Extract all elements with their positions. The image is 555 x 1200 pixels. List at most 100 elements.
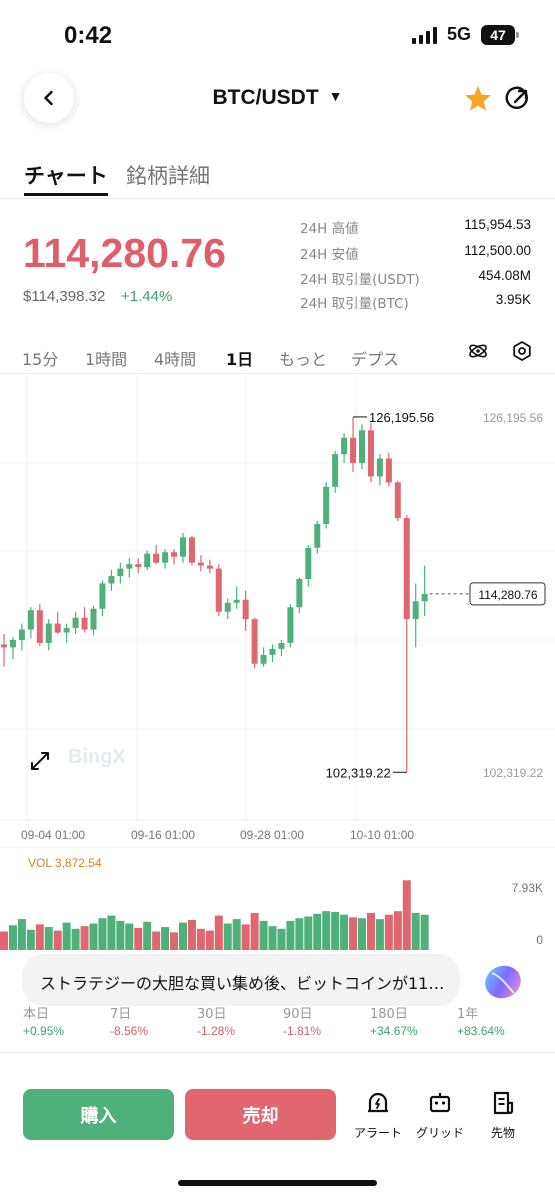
sell-button[interactable]: 売却 [185, 1089, 336, 1140]
perf-label-1y: 1年 [457, 1007, 479, 1022]
status-indicators: 5G 47 [411, 24, 519, 45]
volume-bar [196, 928, 205, 950]
timeframe-15m[interactable]: 15分 [22, 346, 58, 370]
volume-bar [187, 919, 196, 950]
volume-max-label: 7.93K [512, 881, 543, 895]
volume-bar [98, 918, 107, 950]
candle-body [367, 430, 374, 477]
volume-bar [223, 923, 232, 950]
home-indicator [178, 1180, 377, 1186]
star-icon[interactable] [463, 84, 493, 114]
volume-bar [107, 915, 116, 950]
perf-value-1y: +83.64% [457, 1024, 505, 1038]
perf-label-180d: 180日 [370, 1007, 408, 1022]
candle-body [36, 610, 43, 643]
expand-icon[interactable] [29, 750, 51, 772]
indicator-icon[interactable] [467, 340, 489, 362]
volume-bar [0, 931, 8, 950]
volume-bar [358, 918, 366, 950]
volume-bar [340, 914, 349, 950]
alert-label: アラート [353, 1126, 402, 1140]
volume-bar [268, 926, 277, 950]
stat-label-vol-usdt: 24H 取引量(USDT) [300, 272, 420, 288]
volume-bar [71, 928, 80, 950]
buy-button[interactable]: 購入 [23, 1089, 174, 1140]
candle-body [242, 599, 249, 620]
pair-name: BTC/USDT [212, 86, 319, 109]
candle-body [323, 486, 330, 524]
grid-bot-button[interactable]: グリッド [410, 1090, 470, 1141]
stat-value-vol-usdt: 454.08M [478, 268, 531, 283]
volume-bar [304, 916, 313, 950]
share-icon[interactable] [504, 85, 532, 113]
candle-body [197, 562, 204, 566]
alert-button[interactable]: アラート [348, 1090, 408, 1141]
timeframe-4h[interactable]: 4時間 [154, 346, 196, 370]
candle-body [403, 518, 410, 620]
battery-level: 47 [490, 26, 506, 43]
futures-button[interactable]: 先物 [473, 1090, 533, 1141]
volume-bar [89, 923, 98, 950]
settings-icon[interactable] [511, 340, 533, 362]
candle-body [18, 629, 25, 640]
perf-value-30d: -1.28% [197, 1024, 236, 1038]
battery-icon: 47 [481, 24, 519, 45]
y-axis-label-low: 102,319.22 [483, 766, 543, 780]
timeframe-1d[interactable]: 1日 [226, 346, 253, 370]
candle-body [412, 601, 419, 620]
x-axis-label: 09-28 01:00 [240, 828, 304, 842]
candle-body [385, 458, 392, 483]
tab-details[interactable]: 銘柄詳細 [126, 160, 210, 190]
volume-bar [366, 912, 375, 950]
candle-body [206, 565, 213, 569]
grid-bot-icon [429, 1093, 451, 1113]
candle-body [63, 628, 70, 633]
y-axis-label-high: 126,195.56 [483, 411, 543, 425]
price-change: +1.44% [121, 288, 173, 305]
candle-body [108, 576, 115, 584]
volume-bar [179, 922, 187, 950]
volume-bar [250, 912, 259, 950]
candle-body [394, 482, 401, 519]
volume-bar [116, 920, 125, 950]
futures-icon [493, 1091, 514, 1115]
volume-bar [44, 927, 53, 950]
grid-bot-label: グリッド [415, 1126, 464, 1140]
volume-bar [313, 913, 322, 950]
volume-bar [53, 930, 62, 950]
timeframe-1h[interactable]: 1時間 [85, 346, 127, 370]
candle-body [45, 623, 52, 643]
volume-bar [331, 912, 340, 950]
volume-bar [35, 924, 44, 950]
volume-bar [161, 927, 170, 950]
high-marker-label: 126,195.56 [369, 410, 434, 425]
last-price: 114,280.76 [23, 230, 226, 276]
volume-bars [0, 880, 429, 950]
volume-bar [125, 923, 134, 950]
timeframe-more[interactable]: もっと [279, 346, 327, 370]
volume-bar [134, 927, 143, 950]
futures-label: 先物 [490, 1126, 515, 1140]
perf-label-7d: 7日 [110, 1007, 132, 1022]
perf-value-90d: -1.81% [283, 1024, 322, 1038]
signal-icon [411, 26, 437, 44]
perf-label-90d: 90日 [283, 1007, 313, 1022]
volume-bar [8, 925, 17, 950]
current-price-label: 114,280.76 [478, 588, 537, 602]
candle-body [188, 537, 195, 563]
candle-body [251, 619, 258, 664]
volume-bar [349, 917, 358, 950]
x-axis-label: 09-16 01:00 [131, 828, 195, 842]
timeframe-depth[interactable]: デプス [351, 346, 399, 370]
news-text[interactable]: ストラテジーの大胆な買い集め後、ビットコインが11… [40, 970, 444, 994]
ai-assistant-icon[interactable] [478, 957, 528, 1007]
candle-body [278, 642, 285, 649]
volume-bar [241, 924, 250, 950]
candle-body [215, 568, 222, 612]
candle-body [332, 454, 339, 487]
network-type: 5G [446, 24, 471, 44]
volume-bar [322, 911, 331, 950]
stat-value-low: 112,500.00 [464, 243, 531, 258]
candle-body [1, 644, 7, 648]
tab-chart[interactable]: チャート [24, 160, 108, 190]
